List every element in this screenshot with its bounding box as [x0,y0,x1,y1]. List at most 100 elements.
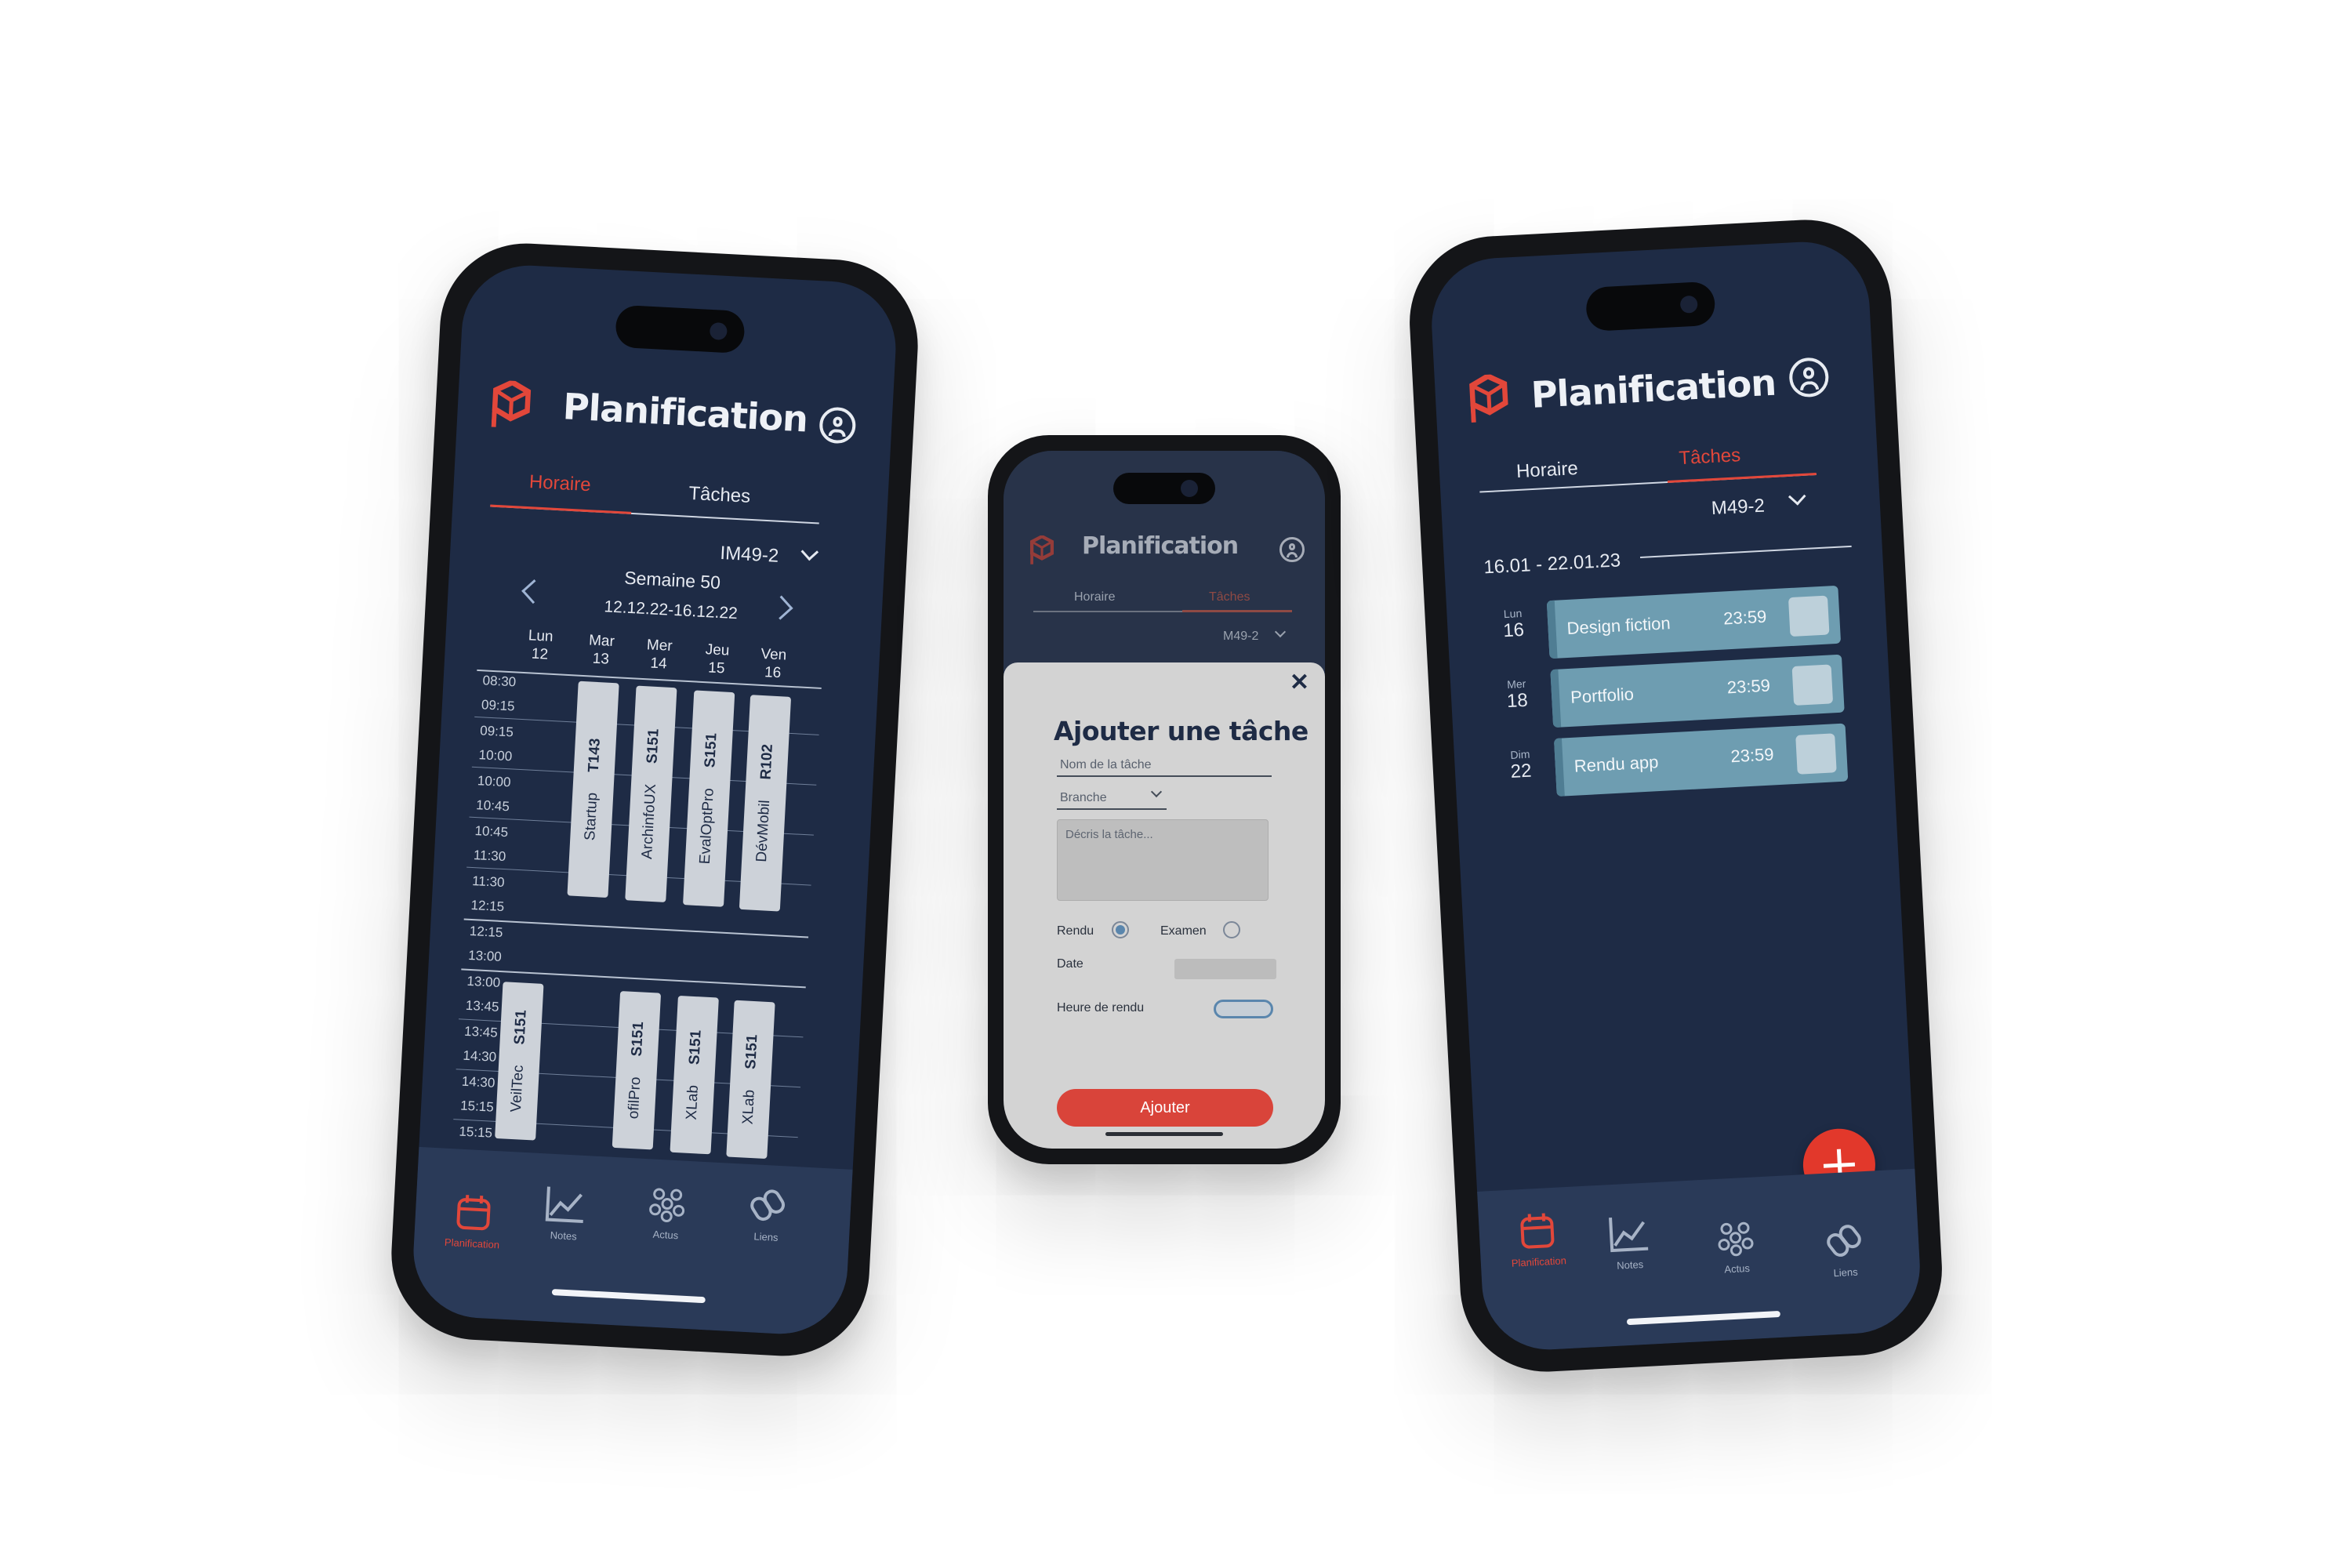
time-label: Heure de rendu [1057,1001,1145,1014]
tabbar-liens[interactable]: Liens [735,1185,800,1244]
task-day: Dim 22 [1510,747,1533,782]
course-block[interactable]: VeilTecS151 [495,982,544,1141]
time-label: 13:45 [463,1023,499,1040]
chevron-down-icon[interactable] [1150,786,1163,798]
chevron-down-icon[interactable] [1788,488,1806,506]
tabbar-planification[interactable]: Planification [431,1192,516,1251]
task-checkbox[interactable] [1791,664,1834,706]
time-label: 10:45 [475,797,510,815]
task-name: Portfolio [1570,684,1635,707]
class-select[interactable]: M49-2 [1223,630,1258,644]
time-label: 10:00 [478,747,513,764]
dynamic-island [1113,473,1215,504]
task-card[interactable]: Portfolio 23:59 [1550,654,1845,728]
add-task-modal: ✕ Ajouter une tâche Nom de la tâche Bran… [1004,662,1325,1149]
tabbar-actus[interactable]: Actus [1703,1218,1769,1276]
course-block[interactable]: ofilProS151 [612,991,662,1150]
day-header: Lun 12 [528,627,554,663]
input-underline [1057,775,1272,777]
task-name-input[interactable]: Nom de la tâche [1060,758,1152,772]
type-examen-radio[interactable] [1223,921,1240,938]
tab-taches[interactable]: Tâches [688,483,751,508]
profile-icon[interactable] [1279,537,1305,562]
profile-icon[interactable] [818,406,857,445]
calendar-icon [1520,1213,1555,1249]
course-block[interactable]: XLabS151 [726,1000,775,1160]
class-select[interactable]: M49-2 [1711,495,1765,521]
time-picker[interactable] [1214,1000,1273,1018]
task-time: 23:59 [1730,744,1775,767]
range-divider [1639,545,1852,558]
description-textarea[interactable]: Décris la tâche... [1057,819,1269,901]
cube-logo-icon [1030,535,1054,564]
chevron-down-icon[interactable] [800,543,819,561]
time-label: 15:15 [459,1123,493,1141]
course-block[interactable]: EvalOptProS151 [683,690,735,907]
branch-select[interactable]: Branche [1060,791,1107,805]
home-indicator[interactable] [1105,1132,1223,1136]
tasks-screen: Planification Horaire Tâches M49-2 16.01… [1428,238,1924,1353]
dynamic-island [615,304,746,354]
task-checkbox[interactable] [1795,733,1837,775]
cube-logo-icon [1468,373,1509,423]
tabbar-actus[interactable]: Actus [634,1183,700,1242]
tab-taches[interactable]: Tâches [1679,445,1741,470]
cube-logo-icon [491,379,532,427]
day-header: Mar 13 [588,632,615,668]
week-label: Semaine 50 [623,567,721,593]
tabbar-planification[interactable]: Planification [1496,1210,1581,1269]
type-rendu-radio[interactable] [1112,921,1129,938]
tabbar-liens[interactable]: Liens [1812,1221,1878,1279]
task-name: Design fiction [1566,613,1671,638]
chevron-down-icon[interactable] [1274,626,1287,638]
people-icon [1718,1221,1754,1257]
class-select-value: IM49-2 [719,542,779,567]
tab-horaire[interactable]: Horaire [1515,458,1578,483]
week-range: 16.01 - 22.01.23 [1483,550,1621,579]
add-task-button[interactable]: Ajouter [1057,1089,1273,1127]
task-card[interactable]: Design fiction 23:59 [1546,585,1842,659]
course-block[interactable]: ArchinfoUXS151 [625,685,677,902]
page-title: Planification [561,385,809,441]
page-title: Planification [1530,361,1777,416]
task-name: Rendu app [1573,752,1660,776]
tab-horaire[interactable]: Horaire [1074,590,1115,604]
close-icon[interactable]: ✕ [1290,669,1309,696]
task-checkbox[interactable] [1788,595,1830,637]
add-task-screen: Planification Horaire Tâches M49-2 ✕ Ajo… [1004,451,1325,1149]
chevron-left-icon[interactable] [521,579,546,604]
class-select-value: M49-2 [1223,630,1259,643]
tab-horaire[interactable]: Horaire [528,471,591,496]
tab-underline [490,504,819,524]
time-label: 09:15 [481,697,516,714]
tabbar-notes[interactable]: Notes [1596,1214,1662,1272]
time-label: 11:30 [471,873,505,891]
chevron-right-icon[interactable] [768,595,793,620]
tabbar-notes[interactable]: Notes [532,1185,597,1243]
course-block[interactable]: DévMobilR102 [739,695,792,912]
time-label: 13:45 [465,997,499,1014]
tab-taches[interactable]: Tâches [1209,590,1250,604]
home-indicator[interactable] [551,1289,706,1304]
home-indicator[interactable] [1626,1310,1780,1326]
link-icon [750,1189,786,1221]
bottom-tab-bar: Planification Notes Actus Liens [1477,1168,1924,1353]
type-examen-label: Examen [1160,924,1207,938]
task-time: 23:59 [1726,675,1771,698]
chart-icon [1609,1218,1649,1253]
course-block[interactable]: XLabS151 [670,995,719,1155]
week-dates: 12.12.22-16.12.22 [603,597,739,623]
profile-icon[interactable] [1788,357,1830,398]
input-underline [1057,808,1167,810]
time-label: 10:45 [474,823,509,840]
tab-underline [1033,610,1292,612]
course-block[interactable]: StartupT143 [567,681,619,898]
time-label: 11:30 [473,848,506,865]
date-field[interactable] [1174,959,1276,979]
task-card[interactable]: Rendu app 23:59 [1553,723,1849,797]
schedule-screen: Planification Horaire Tâches IM49-2 Sema… [410,262,899,1338]
grid-line [463,918,809,938]
day-header: Ven 16 [760,645,787,682]
phone-add-task: Planification Horaire Tâches M49-2 ✕ Ajo… [988,435,1341,1164]
class-select[interactable]: IM49-2 [720,543,779,568]
